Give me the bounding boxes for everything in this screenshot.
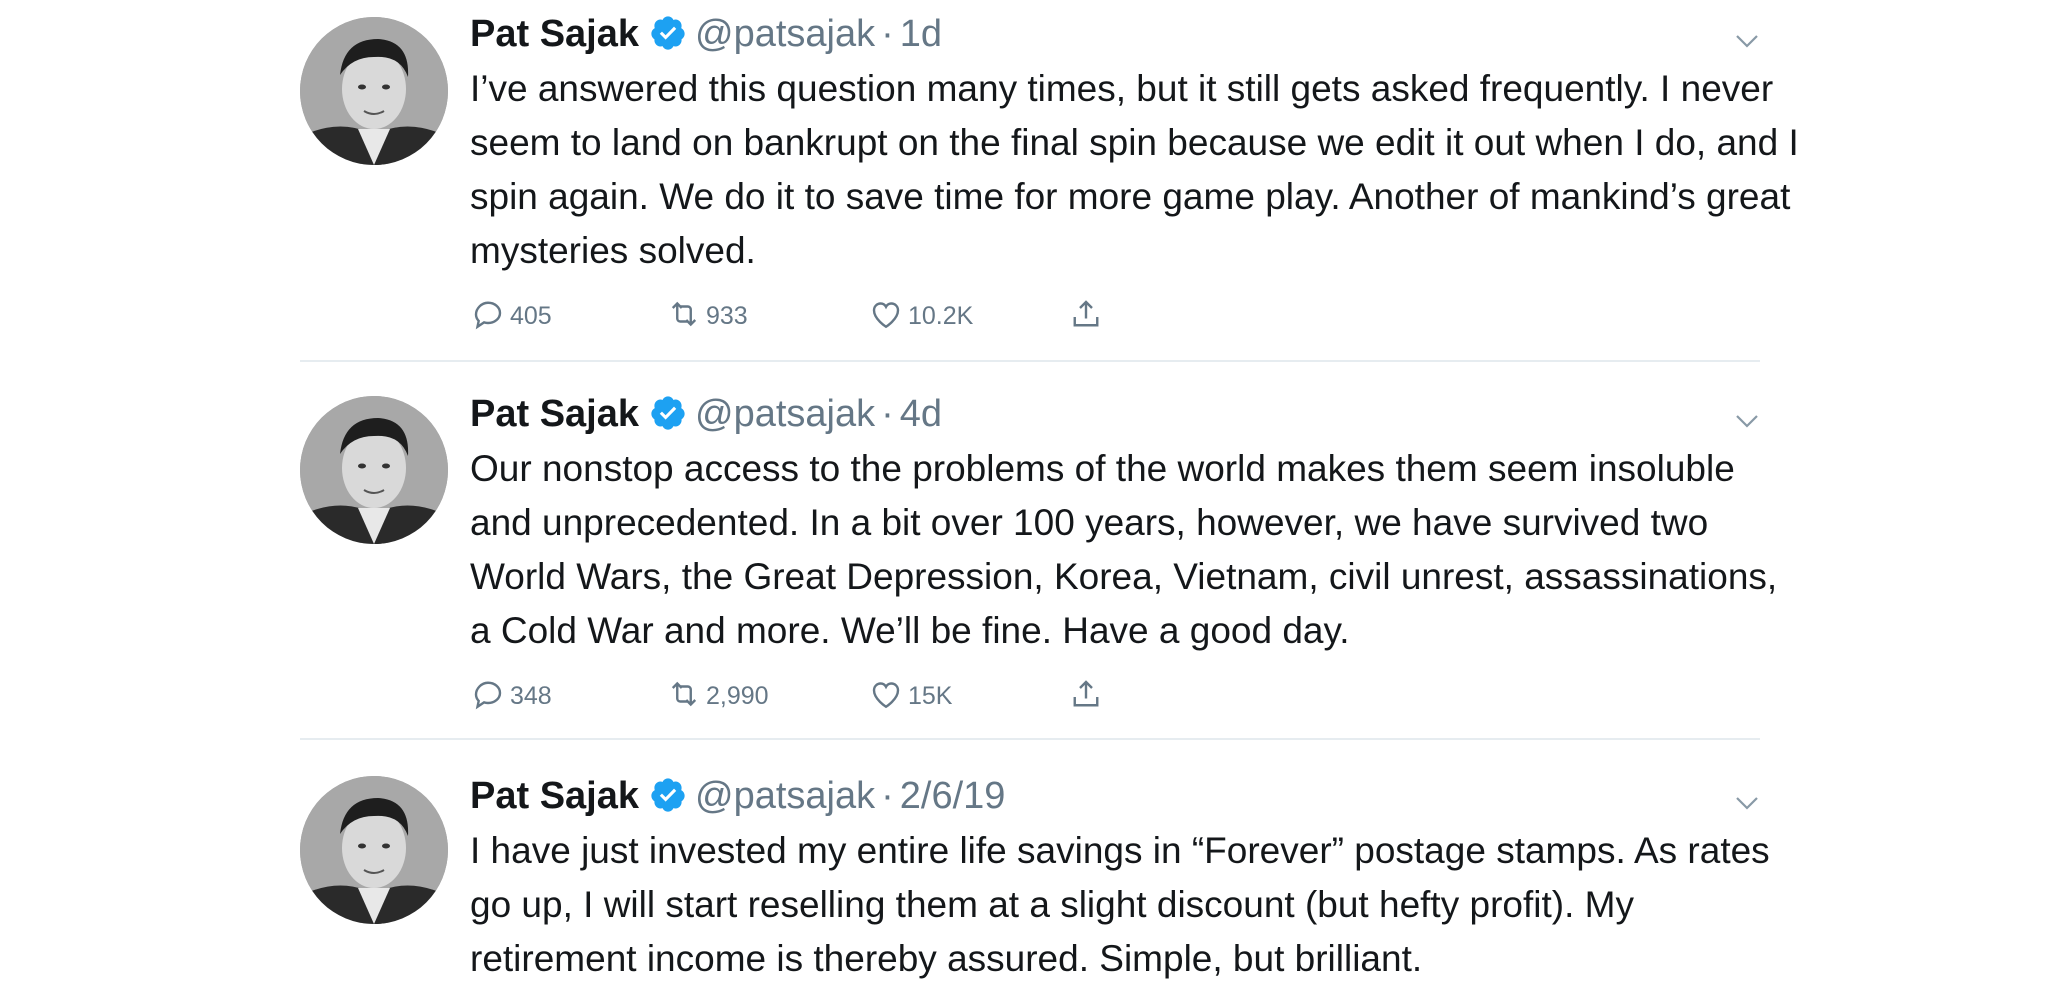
separator-dot: ·	[881, 775, 894, 817]
avatar[interactable]	[300, 776, 448, 924]
chevron-down-icon[interactable]	[1734, 22, 1760, 48]
reply-icon	[470, 296, 506, 337]
timestamp[interactable]: 2/6/19	[900, 775, 1006, 817]
tweet-header: Pat Sajak @patsajak · 4d	[470, 386, 1760, 442]
share-button[interactable]	[1068, 296, 1104, 336]
retweet-icon	[666, 296, 702, 337]
avatar[interactable]	[300, 17, 448, 165]
author-name[interactable]: Pat Sajak	[470, 775, 639, 817]
author-handle[interactable]: @patsajak	[695, 393, 875, 435]
retweet-icon	[666, 676, 702, 717]
tweet-actions: 405 933 10.2K	[470, 296, 1760, 346]
like-count: 15K	[908, 681, 953, 710]
tweet-text: Our nonstop access to the problems of th…	[470, 448, 1778, 651]
tweet-content: Pat Sajak @patsajak · 1d I’ve answered this…	[470, 6, 1799, 346]
retweet-button[interactable]: 933	[666, 296, 748, 336]
tweet-text: I have just invested my entire life savi…	[470, 830, 1770, 979]
avatar[interactable]	[300, 396, 448, 544]
author-handle[interactable]: @patsajak	[695, 775, 875, 817]
tweet-actions: 348 2,990 15K	[470, 676, 1760, 726]
tweet-header: Pat Sajak @patsajak · 1d	[470, 6, 1760, 62]
share-button[interactable]	[1068, 676, 1104, 716]
heart-icon	[868, 296, 904, 337]
reply-icon	[470, 676, 506, 717]
separator-dot: ·	[881, 393, 894, 435]
tweet-feed: Pat Sajak @patsajak · 1d I’ve answered this…	[0, 0, 2048, 990]
chevron-down-icon[interactable]	[1734, 402, 1760, 428]
verified-badge-icon	[649, 776, 687, 814]
reply-button[interactable]: 348	[470, 676, 552, 716]
timestamp[interactable]: 1d	[900, 13, 942, 55]
reply-count: 405	[510, 301, 552, 330]
retweet-count: 2,990	[706, 681, 769, 710]
author-name[interactable]: Pat Sajak	[470, 393, 639, 435]
author-handle[interactable]: @patsajak	[695, 13, 875, 55]
tweet-content: Pat Sajak @patsajak · 2/6/19 I have just in…	[470, 768, 1770, 986]
retweet-count: 933	[706, 301, 748, 330]
like-button[interactable]: 10.2K	[868, 296, 973, 336]
verified-badge-icon	[649, 394, 687, 432]
tweet[interactable]: Pat Sajak @patsajak · 4d Our nonstop access…	[300, 362, 1777, 740]
author-name[interactable]: Pat Sajak	[470, 13, 639, 55]
reply-count: 348	[510, 681, 552, 710]
heart-icon	[868, 676, 904, 717]
like-count: 10.2K	[908, 301, 974, 330]
separator-dot: ·	[881, 13, 894, 55]
like-button[interactable]: 15K	[868, 676, 952, 716]
chevron-down-icon[interactable]	[1734, 784, 1760, 810]
verified-badge-icon	[649, 14, 687, 52]
tweet[interactable]: Pat Sajak @patsajak · 2/6/19 I have just in…	[300, 740, 1770, 990]
tweet[interactable]: Pat Sajak @patsajak · 1d I’ve answered this…	[300, 0, 1799, 362]
share-icon	[1068, 676, 1104, 717]
tweet-content: Pat Sajak @patsajak · 4d Our nonstop access…	[470, 386, 1777, 726]
tweet-text: I’ve answered this question many times, …	[470, 68, 1799, 271]
share-icon	[1068, 296, 1104, 337]
reply-button[interactable]: 405	[470, 296, 552, 336]
retweet-button[interactable]: 2,990	[666, 676, 769, 716]
tweet-header: Pat Sajak @patsajak · 2/6/19	[470, 768, 1760, 824]
timestamp[interactable]: 4d	[900, 393, 942, 435]
